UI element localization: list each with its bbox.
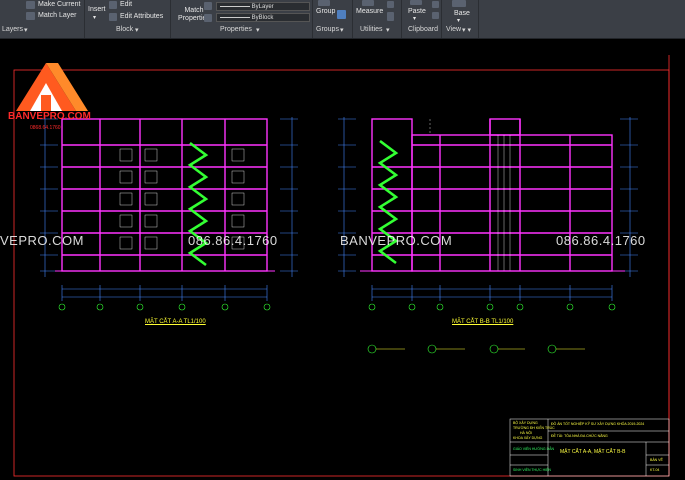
separator — [478, 0, 479, 38]
left-dimension-bb — [338, 117, 356, 277]
watermark-site-left: VEPRO.COM — [0, 233, 84, 248]
section-aa-title: MẶT CẮT A-A TL1/100 — [145, 319, 206, 325]
chevron-down-icon[interactable]: ▾ ▾ — [462, 26, 471, 34]
watermark-phone-left: 086.86.4.1760 — [188, 233, 278, 248]
tb-sheet-label: BẢN VẼ — [650, 458, 663, 462]
separator — [170, 0, 171, 38]
group-button[interactable]: Group — [316, 8, 335, 15]
match-layer-icon[interactable] — [26, 12, 35, 20]
left-dimension-aa — [40, 117, 58, 277]
tb-topic: ĐỀ TÀI: TÒA NHÀ ĐA CHỨC NĂNG — [551, 434, 608, 438]
right-dimension-bb — [620, 117, 638, 277]
bottom-dimension-bb — [371, 285, 613, 301]
edit-attributes-icon[interactable] — [109, 13, 117, 21]
tb-student-role: SINH VIÊN THỰC HIỆN — [513, 468, 551, 472]
brand-name: BANVEPRO.COM — [8, 111, 91, 122]
lineweight-value: ByLayer — [251, 4, 274, 10]
chevron-down-icon[interactable]: ▾ — [93, 14, 96, 21]
tb-sheet-title: MẶT CẮT A-A, MẶT CẮT B-B — [560, 449, 626, 455]
edit-icon[interactable] — [109, 1, 117, 9]
separator — [312, 0, 313, 38]
grid-bubbles-aa — [58, 303, 271, 311]
sheet-frame — [13, 69, 670, 477]
banvepro-logo — [16, 63, 88, 111]
base-icon[interactable] — [452, 0, 466, 7]
separator — [441, 0, 442, 38]
panel-block[interactable]: Block — [116, 26, 133, 33]
detail-callouts — [367, 344, 585, 354]
paste-button[interactable]: Paste — [408, 8, 426, 15]
panel-clipboard[interactable]: Clipboard — [408, 26, 438, 33]
structure-aa — [61, 118, 268, 272]
section-bb-drawing — [338, 117, 638, 311]
tb-sheet-number: KT-04 — [650, 468, 660, 472]
section-aa-drawing — [40, 117, 298, 311]
chevron-down-icon[interactable]: ▾ — [340, 26, 344, 34]
insert-button[interactable]: Insert — [88, 6, 106, 13]
panel-properties[interactable]: Properties — [220, 26, 252, 33]
structure-bb — [371, 118, 613, 272]
separator — [352, 0, 353, 38]
tb-city: HÀ NỘI — [520, 431, 533, 435]
make-current-button[interactable]: Make Current — [38, 1, 80, 8]
group-icon[interactable] — [318, 0, 330, 6]
paste-icon[interactable] — [410, 0, 422, 5]
chevron-down-icon[interactable]: ▾ — [386, 26, 390, 34]
ribbon: Make Current Match Layer Layers ▾ Insert… — [0, 0, 685, 39]
base-button[interactable]: Base — [454, 10, 470, 17]
quick-select-icon[interactable] — [387, 1, 394, 8]
core-bb — [429, 119, 511, 271]
brand-phone: 0868.64.1760 — [30, 125, 61, 131]
chevron-down-icon[interactable]: ▾ — [256, 26, 260, 34]
chevron-down-icon[interactable]: ▾ — [24, 26, 28, 34]
panel-view[interactable]: View — [446, 26, 461, 33]
watermark-phone-right: 086.86.4.1760 — [556, 233, 646, 248]
panel-layers[interactable]: Layers — [2, 26, 23, 33]
edit-attributes-button[interactable]: Edit Attributes — [120, 13, 163, 20]
drawing-canvas[interactable]: BANVEPRO.COM 0868.64.1760 VEPRO.COM 086.… — [0, 39, 685, 480]
separator — [84, 0, 85, 38]
watermark-site-right: BANVEPRO.COM — [340, 233, 453, 248]
calculator-icon[interactable] — [387, 12, 394, 21]
linetype-icon — [204, 14, 212, 22]
edit-button[interactable]: Edit — [120, 1, 132, 8]
measure-button[interactable]: Measure — [356, 8, 383, 15]
copy-icon[interactable] — [432, 1, 439, 8]
tb-ministry: BỘ XÂY DỰNG — [513, 421, 538, 425]
measure-icon[interactable] — [362, 0, 374, 6]
separator — [401, 0, 402, 38]
tb-faculty: KHOA XÂY DỰNG — [513, 436, 543, 440]
tb-project: ĐỒ ÁN TỐT NGHIỆP KỸ SƯ XÂY DỰNG KHÓA 201… — [551, 422, 645, 426]
select-group-icon[interactable] — [337, 10, 346, 19]
match-layer-button[interactable]: Match Layer — [38, 12, 77, 19]
bottom-dimension-aa — [61, 285, 268, 301]
grid-bubbles-bb — [368, 303, 616, 311]
make-current-icon[interactable] — [26, 1, 35, 9]
cut-icon[interactable] — [432, 12, 439, 19]
chevron-down-icon[interactable]: ▾ — [457, 17, 460, 24]
panel-groups[interactable]: Groups — [316, 26, 339, 33]
tb-instructor-role: GIÁO VIÊN HƯỚNG DẪN — [513, 447, 554, 451]
right-dimension-aa — [280, 117, 298, 277]
chevron-down-icon[interactable]: ▾ — [413, 15, 416, 22]
section-bb-title: MẶT CẮT B-B TL1/100 — [452, 319, 514, 325]
panel-utilities[interactable]: Utilities — [360, 26, 383, 33]
tb-university: TRƯỜNG ĐH KIẾN TRÚC — [513, 426, 555, 430]
lineweight-dropdown[interactable]: ByLayer — [216, 2, 310, 11]
properties-icon — [204, 2, 212, 10]
linetype-value: ByBlock — [251, 15, 274, 21]
chevron-down-icon[interactable]: ▾ — [135, 26, 139, 34]
linetype-dropdown[interactable]: ByBlock — [216, 13, 310, 22]
